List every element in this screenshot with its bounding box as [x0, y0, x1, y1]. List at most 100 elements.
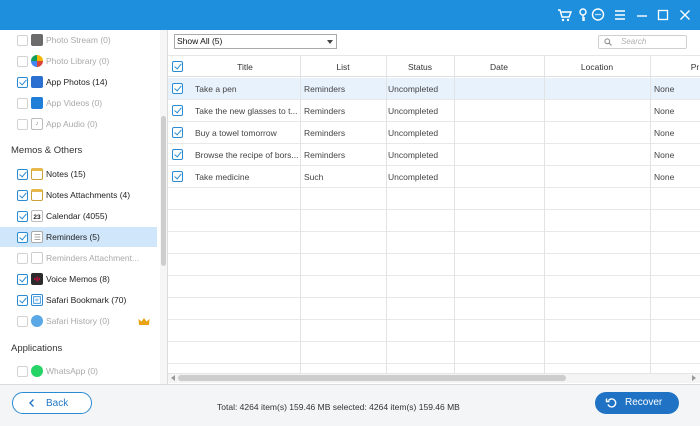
notes-attachments-icon — [31, 189, 43, 201]
sidebar-item-label: App Audio (0) — [46, 119, 98, 129]
column-header-date[interactable]: Date — [454, 56, 544, 78]
checkbox[interactable] — [17, 253, 28, 264]
checkbox[interactable] — [17, 366, 28, 377]
sidebar-item-reminders-attachments[interactable]: Reminders Attachment... — [0, 248, 157, 268]
menu-icon[interactable] — [612, 7, 628, 23]
cell-title: Take the new glasses to t... — [195, 106, 298, 116]
cell-list: Reminders — [304, 84, 346, 94]
recover-icon — [605, 398, 617, 408]
sidebar-item-safari-history[interactable]: Safari History (0) — [0, 311, 157, 331]
sidebar-item-notes-attachments[interactable]: Notes Attachments (4) — [0, 185, 157, 205]
select-all-checkbox[interactable] — [172, 61, 183, 72]
column-divider — [650, 55, 651, 373]
sidebar-item-calendar[interactable]: 23 Calendar (4055) — [0, 206, 157, 226]
cell-status: Uncompleted — [388, 106, 439, 116]
sidebar-item-app-videos[interactable]: App Videos (0) — [0, 93, 157, 113]
checkbox[interactable] — [17, 77, 28, 88]
row-checkbox[interactable] — [172, 105, 183, 116]
reminders-icon — [31, 231, 43, 243]
checkbox[interactable] — [17, 56, 28, 67]
safari-history-icon — [31, 315, 43, 327]
checkbox[interactable] — [17, 211, 28, 222]
back-button[interactable]: Back — [12, 392, 92, 414]
cell-priority: None — [654, 150, 675, 160]
table-row[interactable]: Take a pen Reminders Uncompleted None — [168, 78, 700, 100]
whatsapp-icon — [31, 365, 43, 377]
checkbox[interactable] — [17, 98, 28, 109]
back-label: Back — [46, 398, 69, 409]
sidebar-item-label: Reminders (5) — [46, 232, 100, 242]
sidebar-item-reminders[interactable]: Reminders (5) — [0, 227, 157, 247]
cart-icon[interactable] — [557, 7, 573, 23]
checkbox[interactable] — [17, 169, 28, 180]
column-header-list[interactable]: List — [300, 56, 386, 78]
sidebar-item-label: Safari History (0) — [46, 316, 110, 326]
cell-date — [458, 78, 542, 100]
column-header-status[interactable]: Status — [386, 56, 454, 78]
key-icon[interactable] — [575, 7, 591, 23]
sidebar-item-app-photos[interactable]: App Photos (14) — [0, 72, 157, 92]
checkbox[interactable] — [17, 119, 28, 130]
column-divider — [544, 55, 545, 373]
cell-location — [548, 122, 648, 144]
sidebar-item-app-audio[interactable]: ♪ App Audio (0) — [0, 114, 157, 134]
sidebar-item-label: WhatsApp (0) — [46, 366, 98, 376]
cell-priority: None — [654, 84, 675, 94]
checkbox[interactable] — [17, 274, 28, 285]
empty-row — [168, 320, 700, 342]
cell-status: Uncompleted — [388, 150, 439, 160]
app-photos-icon — [31, 76, 43, 88]
sidebar-item-label: Notes Attachments (4) — [46, 190, 131, 200]
checkbox[interactable] — [17, 295, 28, 306]
cell-date — [458, 166, 542, 188]
app-videos-icon — [31, 97, 43, 109]
search-icon — [604, 38, 612, 46]
horizontal-scrollbar-thumb[interactable] — [178, 375, 566, 381]
row-checkbox[interactable] — [172, 171, 183, 182]
empty-row — [168, 188, 700, 210]
scroll-left-icon[interactable] — [171, 375, 175, 381]
checkbox[interactable] — [17, 190, 28, 201]
sidebar-item-photo-library[interactable]: Photo Library (0) — [0, 51, 157, 71]
sidebar-item-notes[interactable]: Notes (15) — [0, 164, 157, 184]
sidebar-scrollbar-thumb[interactable] — [161, 116, 166, 266]
table-header: Title List Status Date Location Pr — [168, 55, 700, 77]
section-heading-memos: Memos & Others — [11, 145, 83, 156]
sidebar-item-photo-stream[interactable]: Photo Stream (0) — [0, 30, 157, 50]
search-input[interactable]: Search — [598, 35, 687, 49]
checkbox[interactable] — [17, 316, 28, 327]
scroll-right-icon[interactable] — [692, 375, 696, 381]
row-checkbox[interactable] — [172, 149, 183, 160]
recover-button[interactable]: Recover — [595, 392, 679, 414]
sidebar-item-label: Safari Bookmark (70) — [46, 295, 127, 305]
column-header-title[interactable]: Title — [190, 56, 300, 78]
chevron-down-icon — [327, 40, 333, 44]
sidebar-item-voice-memos[interactable]: Voice Memos (8) — [0, 269, 157, 289]
row-checkbox[interactable] — [172, 83, 183, 94]
sidebar-item-label: App Photos (14) — [46, 77, 108, 87]
maximize-icon[interactable] — [655, 7, 671, 23]
filter-dropdown[interactable]: Show All (5) — [174, 34, 337, 49]
cell-list: Reminders — [304, 106, 346, 116]
sidebar-item-whatsapp[interactable]: WhatsApp (0) — [0, 361, 157, 381]
checkbox[interactable] — [17, 35, 28, 46]
empty-row — [168, 210, 700, 232]
table-row[interactable]: Browse the recipe of bors... Reminders U… — [168, 144, 700, 166]
cell-location — [548, 166, 648, 188]
minimize-icon[interactable] — [634, 7, 650, 23]
sidebar: Photo Stream (0) Photo Library (0) App P… — [0, 30, 160, 384]
cell-status: Uncompleted — [388, 128, 439, 138]
column-header-location[interactable]: Location — [544, 56, 650, 78]
sidebar-item-safari-bookmark[interactable]: Safari Bookmark (70) — [0, 290, 157, 310]
table-row[interactable]: Take the new glasses to t... Reminders U… — [168, 100, 700, 122]
cell-title: Browse the recipe of bors... — [195, 150, 299, 160]
column-header-priority[interactable]: Pr — [650, 56, 700, 78]
row-checkbox[interactable] — [172, 127, 183, 138]
cell-priority: None — [654, 128, 675, 138]
table-row[interactable]: Take medicine Such Uncompleted None — [168, 166, 700, 188]
close-icon[interactable] — [677, 7, 693, 23]
table-row[interactable]: Buy a towel tomorrow Reminders Uncomplet… — [168, 122, 700, 144]
column-divider — [454, 55, 455, 373]
chat-icon[interactable] — [590, 7, 606, 23]
checkbox[interactable] — [17, 232, 28, 243]
